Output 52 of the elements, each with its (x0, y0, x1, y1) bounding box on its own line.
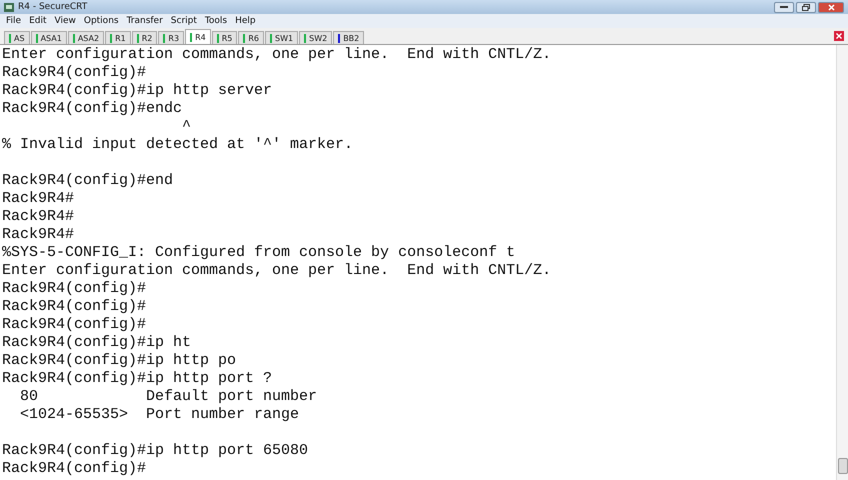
terminal-line: Enter configuration commands, one per line. End with CNTL/Z. (2, 262, 552, 279)
terminal-line: Rack9R4(config)# (2, 280, 146, 297)
terminal-line: Rack9R4# (2, 226, 74, 243)
session-tab[interactable]: R4 (185, 29, 211, 44)
menu-item[interactable]: Edit (25, 16, 50, 26)
terminal-line: Rack9R4(config)#ip ht (2, 334, 192, 351)
window-title: R4 - SecureCRT (18, 2, 88, 12)
terminal-icon (4, 2, 14, 12)
terminal-line: %SYS-5-CONFIG_I: Configured from console by consoleconf t (2, 244, 516, 261)
session-tab[interactable]: R2 (132, 31, 158, 44)
terminal-line: Rack9R4(config)#end (2, 172, 174, 189)
restore-button[interactable] (796, 2, 816, 12)
session-tab[interactable]: R6 (238, 31, 264, 44)
menu-item[interactable]: Help (231, 16, 260, 26)
session-tab[interactable]: BB2 (333, 31, 364, 44)
menu-item[interactable]: Script (166, 16, 201, 26)
session-tab[interactable]: ASA1 (30, 31, 67, 44)
scroll-thumb[interactable] (838, 458, 848, 474)
menu-item[interactable]: File (2, 16, 26, 26)
terminal-line: Rack9R4(config)# (2, 64, 146, 81)
terminal-line: Rack9R4(config)# (2, 460, 146, 477)
terminal-line: Rack9R4(config)#ip http po (2, 352, 236, 369)
session-tab[interactable]: ASA2 (68, 31, 104, 44)
terminal-line: Rack9R4(config)#ip http server (2, 82, 272, 99)
menu-item[interactable]: Tools (200, 16, 232, 26)
restore-icon (802, 4, 810, 10)
terminal-line: <1024-65535> Port number range (19, 406, 300, 423)
terminal-line: ^ (181, 118, 192, 135)
terminal-line: Rack9R4(config)# (2, 298, 146, 315)
session-tab[interactable]: R5 (212, 31, 238, 44)
terminal-line: Rack9R4# (2, 190, 74, 207)
minimize-icon (780, 6, 788, 8)
menu-item[interactable]: View (50, 16, 80, 26)
terminal-line: 80 Default port number (19, 388, 318, 405)
close-button[interactable] (818, 2, 844, 12)
session-tab[interactable]: AS (4, 31, 30, 44)
session-tab[interactable]: R1 (105, 31, 131, 44)
terminal-line: Rack9R4(config)# (2, 316, 146, 333)
close-icon (828, 4, 834, 10)
terminal-line: Rack9R4(config)#ip http port ? (2, 370, 272, 387)
session-tab[interactable]: R3 (158, 31, 184, 44)
menu-item[interactable]: Options (80, 16, 123, 26)
terminal-line: % Invalid input detected at '^' marker. (2, 136, 354, 153)
terminal-line: Rack9R4(config)#endc (2, 100, 182, 117)
close-icon[interactable] (834, 31, 844, 41)
session-tab[interactable]: SW1 (265, 31, 298, 44)
terminal-line: Enter configuration commands, one per line. End with CNTL/Z. (2, 46, 552, 63)
menu-item[interactable]: Transfer (122, 16, 167, 26)
terminal-line: Rack9R4(config)#ip http port 65080 (2, 442, 308, 459)
terminal-line: Rack9R4# (2, 208, 74, 225)
minimize-button[interactable] (774, 2, 794, 12)
session-tab[interactable]: SW2 (299, 31, 332, 44)
